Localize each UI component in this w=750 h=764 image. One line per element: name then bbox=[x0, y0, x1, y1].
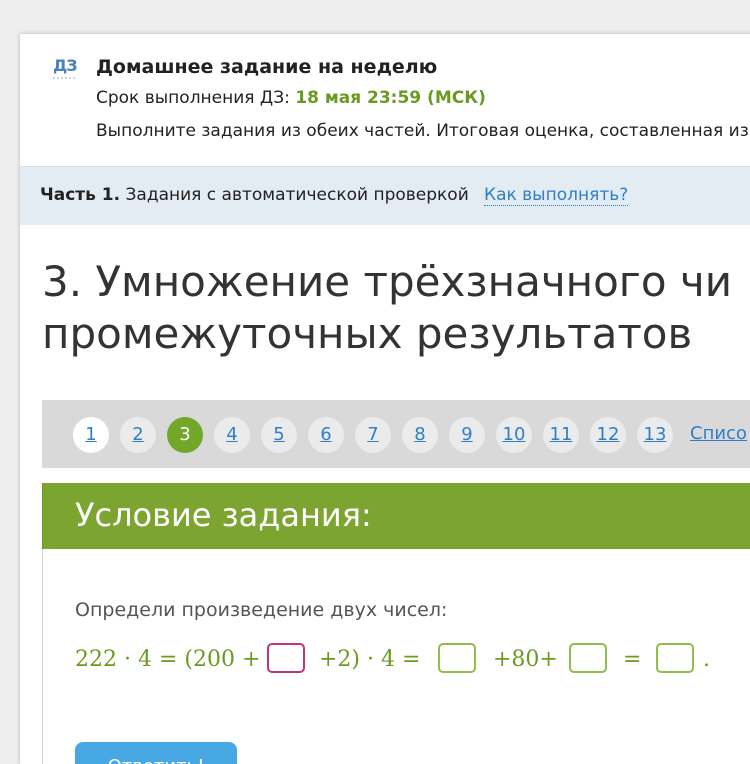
condition-header: Условие задания: bbox=[42, 483, 750, 549]
task-list-link[interactable]: Списо bbox=[690, 423, 747, 444]
equation-part-e: . bbox=[703, 647, 710, 672]
page-button-6[interactable]: 6 bbox=[308, 417, 344, 453]
page-button-13[interactable]: 13 bbox=[637, 417, 673, 453]
page-button-12[interactable]: 12 bbox=[590, 417, 626, 453]
part-description: Задания с автоматической проверкой bbox=[120, 185, 469, 205]
part-bar: Часть 1. Задания с автоматической провер… bbox=[20, 166, 750, 225]
how-to-link[interactable]: Как выполнять? bbox=[484, 185, 629, 206]
homework-description: Выполните задания из обеих частей. Итого… bbox=[96, 121, 749, 141]
homework-card: ДЗ Домашнее задание на неделю Срок выпол… bbox=[20, 34, 750, 764]
page-button-5[interactable]: 5 bbox=[261, 417, 297, 453]
homework-icon: ДЗ bbox=[53, 56, 78, 75]
task-title-line1: 3. Умножение трёхзначного чи bbox=[42, 257, 733, 306]
equation-part-d: = bbox=[623, 647, 642, 672]
submit-button[interactable]: Ответить! bbox=[75, 742, 237, 764]
answer-box-3[interactable] bbox=[569, 643, 607, 673]
deadline-label: Срок выполнения ДЗ: bbox=[96, 88, 296, 108]
task-title: 3. Умножение трёхзначного чи промежуточн… bbox=[42, 256, 750, 360]
condition-text: Определи произведение двух чисел: bbox=[75, 599, 448, 621]
equation-part-a: 222 · 4 = (200 + bbox=[75, 647, 261, 672]
page-button-11[interactable]: 11 bbox=[543, 417, 579, 453]
equation-part-b: +2) · 4 = bbox=[319, 647, 421, 672]
equation-part-c: +80+ bbox=[493, 647, 558, 672]
homework-header: ДЗ Домашнее задание на неделю Срок выпол… bbox=[20, 34, 750, 166]
homework-title: Домашнее задание на неделю bbox=[96, 56, 438, 78]
homework-icon-underline bbox=[53, 77, 75, 81]
part-label: Часть 1. Задания с автоматической провер… bbox=[40, 185, 469, 205]
deadline-value: 18 мая 23:59 (МСК) bbox=[295, 88, 486, 108]
task-pager: 1 2 3 4 5 6 7 8 9 10 11 12 13 Списо bbox=[42, 400, 750, 468]
page-button-9[interactable]: 9 bbox=[449, 417, 485, 453]
page-button-3[interactable]: 3 bbox=[167, 417, 203, 453]
task-title-line2: промежуточных результатов bbox=[42, 309, 693, 358]
page-button-1[interactable]: 1 bbox=[73, 417, 109, 453]
part-number: Часть 1. bbox=[40, 185, 121, 205]
condition-body: Определи произведение двух чисел: 222 · … bbox=[42, 549, 750, 764]
page-button-4[interactable]: 4 bbox=[214, 417, 250, 453]
homework-deadline: Срок выполнения ДЗ: 18 мая 23:59 (МСК) bbox=[96, 88, 486, 108]
page-button-10[interactable]: 10 bbox=[496, 417, 532, 453]
page-button-8[interactable]: 8 bbox=[402, 417, 438, 453]
answer-box-4[interactable] bbox=[656, 643, 694, 673]
condition-title: Условие задания: bbox=[75, 496, 372, 534]
page-button-7[interactable]: 7 bbox=[355, 417, 391, 453]
answer-box-2[interactable] bbox=[438, 643, 476, 673]
page-button-2[interactable]: 2 bbox=[120, 417, 156, 453]
answer-box-1[interactable] bbox=[267, 643, 305, 673]
